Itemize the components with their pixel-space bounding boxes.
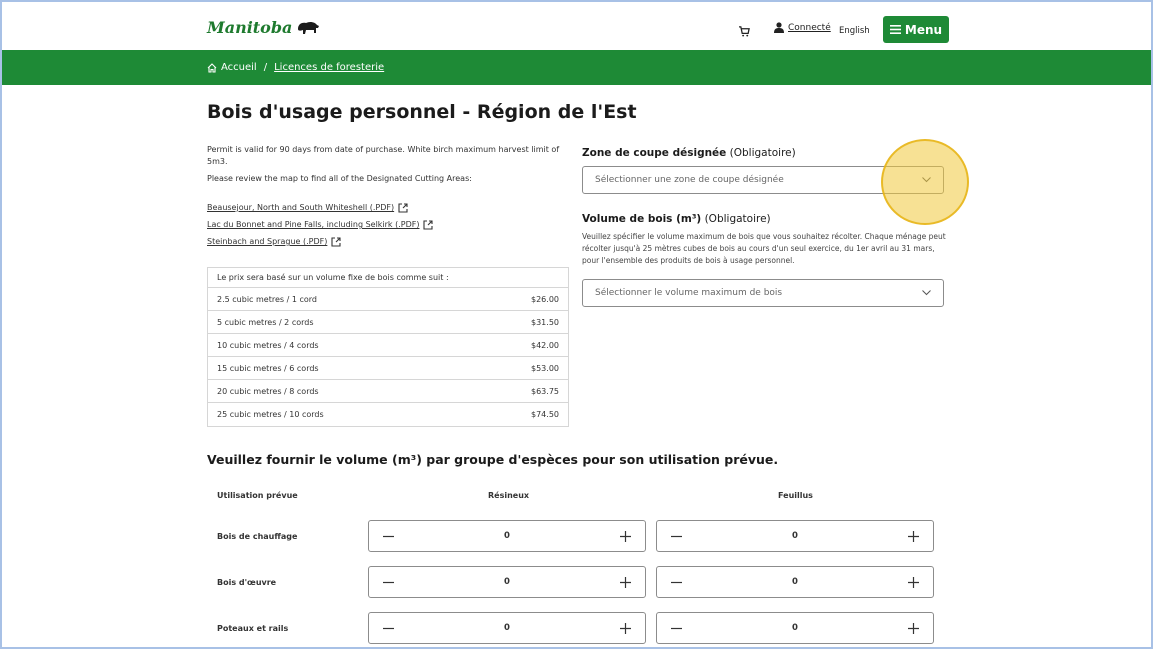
- hamburger-icon: [889, 25, 901, 34]
- price-row: 25 cubic metres / 10 cords $74.50: [217, 410, 559, 419]
- intro-text: Permit is valid for 90 days from date of…: [207, 144, 572, 190]
- required-marker: (Obligatoire): [704, 213, 771, 225]
- chevron-down-icon: [922, 177, 931, 183]
- logo-text: Manitoba: [207, 18, 293, 37]
- external-link-icon: [398, 202, 408, 213]
- zone-field-label: Zone de coupe désignée (Obligatoire): [582, 147, 796, 159]
- quantity-value[interactable]: 0: [792, 577, 798, 587]
- decrement-button[interactable]: [669, 621, 683, 635]
- page-frame: Manitoba Connecté English Menu Accueil /…: [0, 0, 1153, 649]
- increment-button[interactable]: [907, 575, 921, 589]
- user-icon: [774, 22, 784, 33]
- decrement-button[interactable]: [381, 529, 395, 543]
- breadcrumb-home[interactable]: Accueil: [207, 62, 257, 73]
- increment-button[interactable]: [619, 575, 633, 589]
- increment-button[interactable]: [907, 621, 921, 635]
- minus-icon: [382, 581, 394, 583]
- user-account[interactable]: Connecté: [774, 22, 831, 33]
- breadcrumb-forestry-licences[interactable]: Licences de foresterie: [274, 62, 384, 73]
- price-row: 5 cubic metres / 2 cords $31.50: [208, 311, 568, 334]
- quantity-value[interactable]: 0: [504, 577, 510, 587]
- row-label-firewood: Bois de chauffage: [217, 532, 298, 541]
- price-row: 2.5 cubic metres / 1 cord $26.00: [208, 288, 568, 311]
- external-link-icon: [331, 236, 341, 247]
- breadcrumb-separator: /: [263, 62, 268, 73]
- lumber-hardwood-stepper: 0: [656, 566, 934, 598]
- decrement-button[interactable]: [669, 529, 683, 543]
- price-row: 15 cubic metres / 6 cords $53.00: [208, 357, 568, 380]
- increment-button[interactable]: [619, 529, 633, 543]
- volume-helper-text: Veuillez spécifier le volume maximum de …: [582, 232, 946, 265]
- menu-label: Menu: [904, 22, 943, 37]
- minus-icon: [670, 535, 682, 537]
- firewood-hardwood-stepper: 0: [656, 520, 934, 552]
- column-header-use: Utilisation prévue: [217, 491, 298, 500]
- price-row: 10 cubic metres / 4 cords $42.00: [208, 334, 568, 357]
- page-title: Bois d'usage personnel - Région de l'Est: [207, 101, 637, 123]
- minus-icon: [670, 627, 682, 629]
- column-header-softwood: Résineux: [488, 491, 530, 500]
- minus-icon: [670, 581, 682, 583]
- quantity-value[interactable]: 0: [504, 623, 510, 633]
- manitoba-logo[interactable]: Manitoba: [207, 18, 320, 37]
- plus-icon: [908, 622, 920, 634]
- breadcrumb: Accueil / Licences de foresterie: [207, 62, 384, 73]
- increment-button[interactable]: [907, 529, 921, 543]
- required-marker: (Obligatoire): [729, 147, 796, 159]
- pdf-link-steinbach[interactable]: Steinbach and Sprague (.PDF): [207, 233, 433, 250]
- decrement-button[interactable]: [381, 621, 395, 635]
- decrement-button[interactable]: [381, 575, 395, 589]
- row-label-posts-rails: Poteaux et rails: [217, 624, 289, 633]
- minus-icon: [382, 535, 394, 537]
- chevron-down-icon: [922, 290, 931, 296]
- plus-icon: [908, 576, 920, 588]
- home-icon: [207, 62, 217, 73]
- bison-icon: [298, 21, 320, 34]
- price-table-heading: Le prix sera basé sur un volume fixe de …: [208, 268, 568, 288]
- volume-select-placeholder: Sélectionner le volume maximum de bois: [595, 288, 783, 298]
- column-header-hardwood: Feuillus: [778, 491, 813, 500]
- quantity-value[interactable]: 0: [504, 531, 510, 541]
- row-label-lumber: Bois d'œuvre: [217, 578, 277, 587]
- decrement-button[interactable]: [669, 575, 683, 589]
- cart-icon[interactable]: [739, 22, 750, 41]
- pdf-link-beausejour[interactable]: Beausejour, North and South Whiteshell (…: [207, 199, 433, 216]
- increment-button[interactable]: [619, 621, 633, 635]
- plus-icon: [908, 530, 920, 542]
- zone-select-placeholder: Sélectionner une zone de coupe désignée: [595, 175, 784, 185]
- plus-icon: [620, 622, 632, 634]
- minus-icon: [382, 627, 394, 629]
- firewood-softwood-stepper: 0: [368, 520, 646, 552]
- price-row: 20 cubic metres / 8 cords $63.75: [208, 380, 568, 403]
- plus-icon: [620, 576, 632, 588]
- map-note: Please review the map to find all of the…: [207, 174, 472, 183]
- species-section-title: Veuillez fournir le volume (m³) par grou…: [207, 452, 779, 467]
- lumber-softwood-stepper: 0: [368, 566, 646, 598]
- quantity-value[interactable]: 0: [792, 531, 798, 541]
- pdf-link-lac-du-bonnet[interactable]: Lac du Bonnet and Pine Falls, including …: [207, 216, 434, 233]
- plus-icon: [620, 530, 632, 542]
- menu-button[interactable]: Menu: [883, 16, 949, 43]
- language-toggle[interactable]: English: [839, 26, 870, 36]
- site-header: Manitoba Connecté English Menu: [2, 2, 1151, 50]
- quantity-value[interactable]: 0: [792, 623, 798, 633]
- validity-note: Permit is valid for 90 days from date of…: [207, 145, 560, 166]
- connected-link[interactable]: Connecté: [788, 23, 831, 33]
- external-link-icon: [423, 219, 434, 230]
- volume-field-label: Volume de bois (m³) (Obligatoire): [582, 213, 771, 225]
- posts-hardwood-stepper: 0: [656, 612, 934, 644]
- zone-select[interactable]: Sélectionner une zone de coupe désignée: [582, 166, 944, 194]
- posts-softwood-stepper: 0: [368, 612, 646, 644]
- breadcrumb-bar: Accueil / Licences de foresterie: [2, 50, 1151, 85]
- volume-select[interactable]: Sélectionner le volume maximum de bois: [582, 279, 944, 307]
- map-pdf-links: Beausejour, North and South Whiteshell (…: [207, 199, 434, 250]
- price-table: Le prix sera basé sur un volume fixe de …: [207, 267, 569, 427]
